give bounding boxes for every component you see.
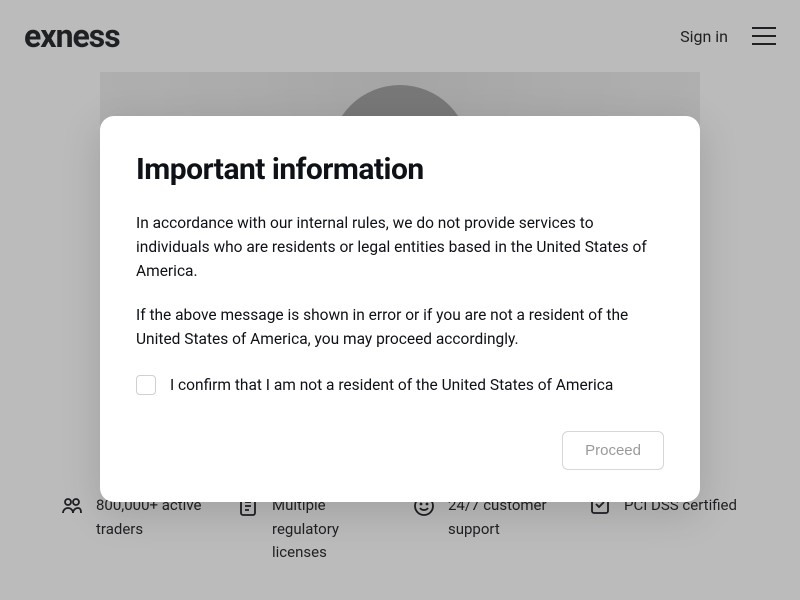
important-information-modal: Important information In accordance with…: [100, 116, 700, 502]
modal-paragraph: In accordance with our internal rules, w…: [136, 211, 664, 283]
confirm-checkbox-row: I confirm that I am not a resident of th…: [136, 375, 664, 395]
modal-paragraph: If the above message is shown in error o…: [136, 303, 664, 351]
modal-title: Important information: [136, 152, 664, 187]
confirm-checkbox[interactable]: [136, 375, 156, 395]
modal-footer: Proceed: [136, 431, 664, 470]
confirm-checkbox-label[interactable]: I confirm that I am not a resident of th…: [170, 376, 613, 394]
proceed-button[interactable]: Proceed: [562, 431, 664, 470]
